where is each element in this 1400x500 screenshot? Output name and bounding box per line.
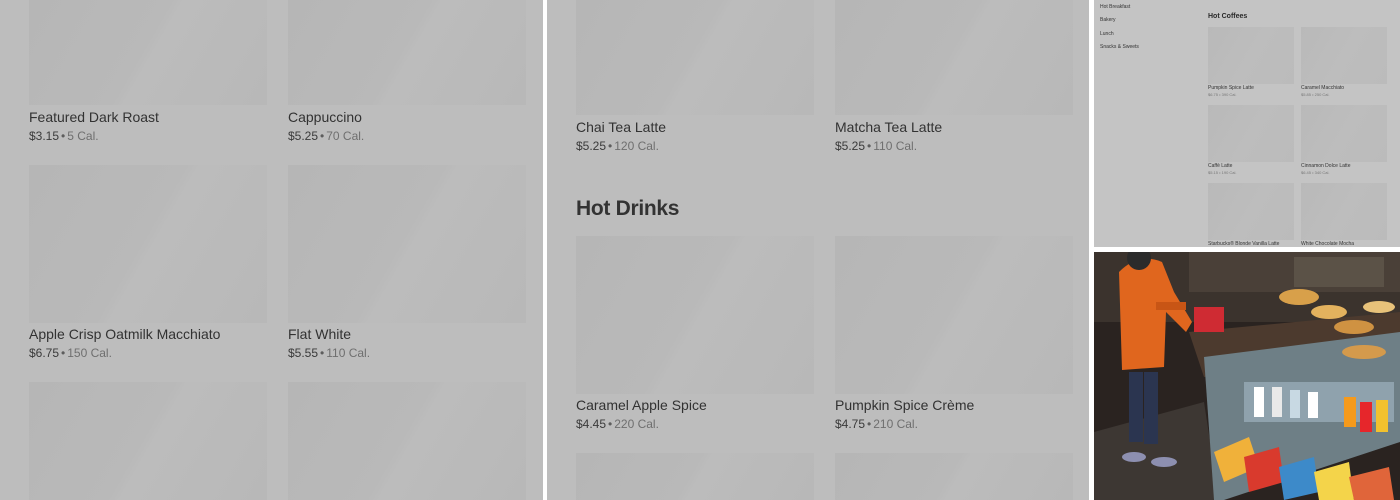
menu-item-card[interactable] xyxy=(835,453,1073,500)
menu-item-card[interactable]: Starbucks® Blonde Vanilla Latte xyxy=(1208,183,1294,247)
item-image xyxy=(1208,27,1294,84)
menu-panel-2: Chai Tea Latte $5.25 • 120 Cal. Matcha Tea… xyxy=(547,0,1089,500)
menu-item-card[interactable]: White Chocolate Mocha xyxy=(1301,183,1387,247)
item-image xyxy=(288,0,526,105)
item-image xyxy=(1301,105,1387,162)
item-image xyxy=(1208,183,1294,240)
item-name: Pumpkin Spice Crème xyxy=(835,397,975,413)
item-name: White Chocolate Mocha xyxy=(1301,241,1355,247)
item-image xyxy=(29,382,267,500)
menu-item-card[interactable]: Chai Tea Latte $5.25 • 120 Cal. xyxy=(576,0,814,155)
item-meta: $6.75 • 150 Cal. xyxy=(29,346,112,360)
menu-panel-1: Featured Dark Roast $3.15 • 5 Cal. Cappucc… xyxy=(0,0,543,500)
menu-panel-3: Hot Breakfast Bakery Lunch Snacks & Swee… xyxy=(1094,0,1400,247)
menu-item-card[interactable] xyxy=(29,382,267,500)
item-name: Chai Tea Latte xyxy=(576,119,667,135)
item-image xyxy=(288,165,526,323)
item-name: Pumpkin Spice Latte xyxy=(1208,85,1254,91)
store-photo xyxy=(1094,252,1400,500)
item-meta: $5.85 • 250 Cal. xyxy=(1301,92,1330,97)
menu-item-card[interactable] xyxy=(288,382,526,500)
item-image xyxy=(835,236,1073,394)
item-meta: $5.25 • 70 Cal. xyxy=(288,129,365,143)
menu-item-card[interactable]: Pumpkin Spice Crème $4.75 • 210 Cal. xyxy=(835,236,1073,436)
item-name: Caramel Macchiato xyxy=(1301,85,1345,91)
item-meta: $5.25 • 120 Cal. xyxy=(576,139,659,153)
item-price: $4.75 xyxy=(835,417,866,431)
item-name: Featured Dark Roast xyxy=(29,109,159,125)
item-image xyxy=(835,453,1073,500)
item-image xyxy=(288,382,526,500)
item-image xyxy=(1208,105,1294,162)
sidebar-item-hot-breakfast[interactable]: Hot Breakfast xyxy=(1100,4,1130,10)
item-name: Flat White xyxy=(288,326,352,342)
item-name: Caffè Latte xyxy=(1208,163,1233,169)
item-calories: 220 Cal. xyxy=(614,417,659,431)
menu-item-card[interactable]: Flat White $5.55 • 110 Cal. xyxy=(288,165,526,365)
section-heading: Hot Coffees xyxy=(1208,13,1248,20)
item-meta: $5.25 • 110 Cal. xyxy=(835,139,918,153)
item-image xyxy=(1301,27,1387,84)
menu-item-card[interactable]: Matcha Tea Latte $5.25 • 110 Cal. xyxy=(835,0,1073,155)
item-meta: $5.55 • 110 Cal. xyxy=(288,346,371,360)
menu-item-card[interactable]: Caramel Apple Spice $4.45 • 220 Cal. xyxy=(576,236,814,436)
item-price: $5.25 xyxy=(288,129,319,143)
menu-item-card[interactable]: Caramel Macchiato $5.85 • 250 Cal. xyxy=(1301,27,1387,99)
item-price: $3.15 xyxy=(29,129,60,143)
item-meta: $6.45 • 340 Cal. xyxy=(1301,170,1330,175)
item-calories: 210 Cal. xyxy=(873,417,918,431)
item-image xyxy=(576,453,814,500)
item-name: Matcha Tea Latte xyxy=(835,119,943,135)
item-calories: 150 Cal. xyxy=(67,346,112,360)
item-price: $5.25 xyxy=(835,139,866,153)
item-name: Apple Crisp Oatmilk Macchiato xyxy=(29,326,221,342)
item-meta: $6.75 • 390 Cal. xyxy=(1208,92,1237,97)
item-calories: 120 Cal. xyxy=(614,139,659,153)
item-meta: $4.75 • 210 Cal. xyxy=(835,417,918,431)
item-image xyxy=(29,0,267,105)
item-name: Starbucks® Blonde Vanilla Latte xyxy=(1208,241,1280,247)
item-name: Caramel Apple Spice xyxy=(576,397,707,413)
menu-item-card[interactable]: Apple Crisp Oatmilk Macchiato $6.75 • 150 … xyxy=(29,165,267,365)
item-price: $6.75 xyxy=(29,346,60,360)
item-image xyxy=(1301,183,1387,240)
menu-item-card[interactable]: Caffè Latte $5.15 • 190 Cal. xyxy=(1208,105,1294,177)
item-image xyxy=(576,236,814,394)
item-calories: 110 Cal. xyxy=(873,139,918,153)
item-calories: 70 Cal. xyxy=(326,129,365,143)
menu-item-card[interactable]: Cinnamon Dolce Latte $6.45 • 340 Cal. xyxy=(1301,105,1387,177)
menu-item-card[interactable]: Cappuccino $5.25 • 70 Cal. xyxy=(288,0,526,145)
store-scene-image xyxy=(1094,252,1400,500)
item-calories: 5 Cal. xyxy=(67,129,99,143)
item-meta: $5.15 • 190 Cal. xyxy=(1208,170,1237,175)
item-calories: 110 Cal. xyxy=(326,346,371,360)
item-price: $5.55 xyxy=(288,346,319,360)
item-price: $4.45 xyxy=(576,417,607,431)
menu-item-card[interactable]: Pumpkin Spice Latte $6.75 • 390 Cal. xyxy=(1208,27,1294,99)
item-image xyxy=(576,0,814,115)
item-image xyxy=(835,0,1073,115)
item-meta: $3.15 • 5 Cal. xyxy=(29,129,99,143)
menu-item-card[interactable]: Featured Dark Roast $3.15 • 5 Cal. xyxy=(29,0,267,145)
item-price: $5.25 xyxy=(576,139,607,153)
item-name: Cinnamon Dolce Latte xyxy=(1301,163,1351,169)
sidebar-item-snacks-sweets[interactable]: Snacks & Sweets xyxy=(1100,44,1139,50)
item-image xyxy=(29,165,267,323)
sidebar-item-lunch[interactable]: Lunch xyxy=(1100,31,1114,37)
section-heading: Hot Drinks xyxy=(576,197,680,220)
item-name: Cappuccino xyxy=(288,109,362,125)
item-meta: $4.45 • 220 Cal. xyxy=(576,417,659,431)
menu-item-card[interactable] xyxy=(576,453,814,500)
sidebar-item-bakery[interactable]: Bakery xyxy=(1100,17,1116,23)
